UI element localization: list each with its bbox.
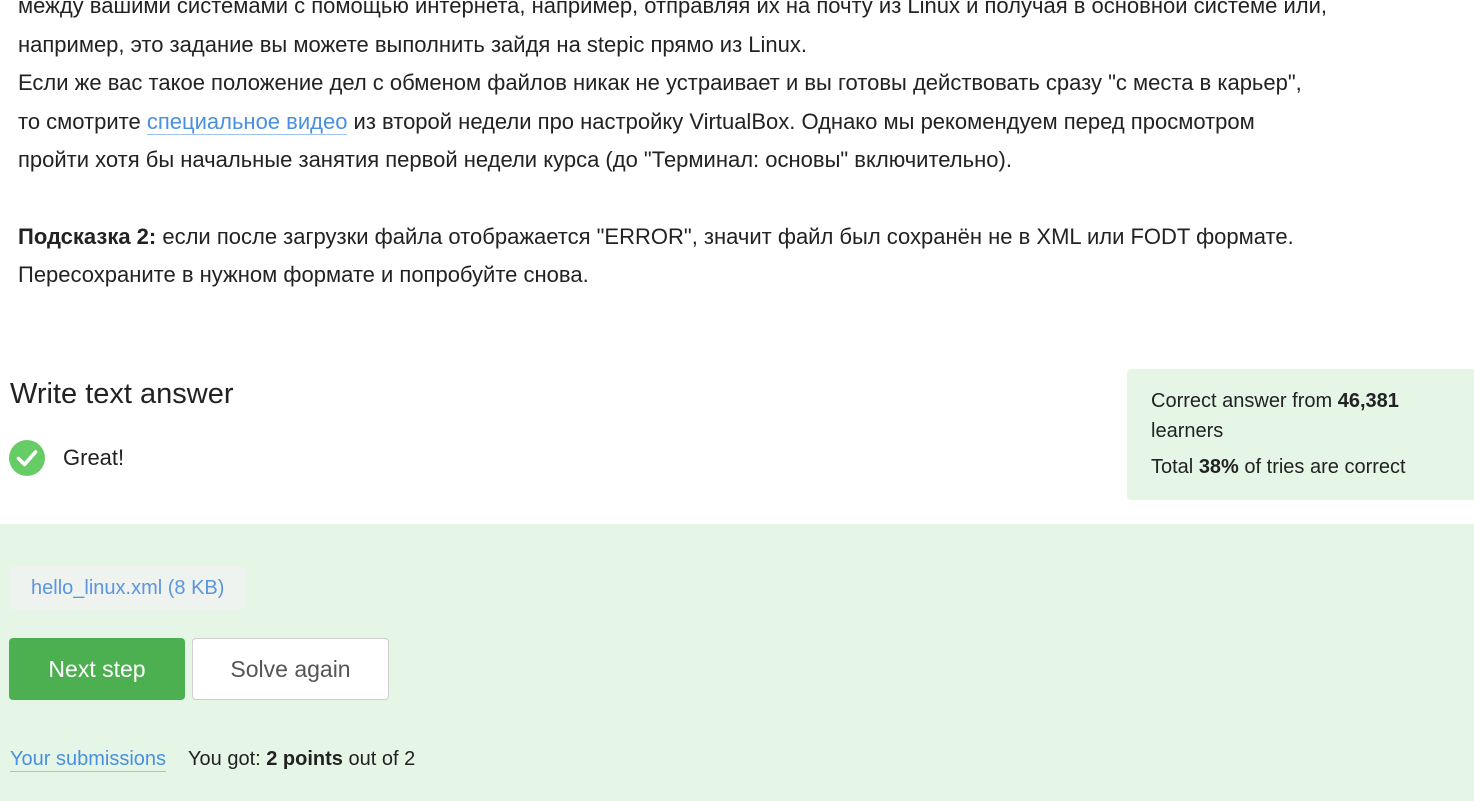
solve-again-button[interactable]: Solve again	[192, 638, 389, 700]
instruction-line: то смотрите специальное видео из второй …	[18, 103, 1468, 142]
learners-count: 46,381	[1337, 390, 1399, 412]
stats-text: learners	[1151, 420, 1224, 442]
instruction-text: то смотрите	[18, 108, 147, 134]
stats-text: of tries are correct	[1238, 456, 1406, 478]
instruction-line: например, это задание вы можете выполнит…	[18, 31, 807, 57]
instruction-text: из второй недели про настройку VirtualBo…	[347, 108, 1255, 134]
stats-total: Total 38% of tries are correct	[1151, 452, 1474, 482]
instruction-line: пройти хотя бы начальные занятия первой …	[18, 147, 1012, 172]
score-prefix: You got:	[188, 748, 267, 770]
submitted-file-link[interactable]: hello_linux.xml (8 KB)	[9, 566, 247, 610]
score-suffix: out of 2	[342, 748, 416, 770]
instruction-line: Если же вас такое положение дел с обмено…	[18, 70, 1302, 95]
correct-percent: 38%	[1198, 456, 1239, 478]
answer-result: Great!	[9, 440, 124, 476]
submission-feedback-panel: hello_linux.xml (8 KB) Next step Solve a…	[0, 524, 1474, 801]
instruction-line: между вашими системами с помощью интерне…	[18, 0, 1327, 18]
check-circle-icon	[9, 440, 45, 476]
hint-paragraph: Подсказка 2: если после загрузки файла о…	[18, 218, 1468, 257]
hint-label: Подсказка 2:	[18, 223, 157, 249]
step-instructions: между вашими системами с помощью интерне…	[18, 0, 1468, 295]
score-points: 2 points	[266, 748, 343, 770]
stats-text: Total	[1151, 456, 1199, 478]
step-page: между вашими системами с помощью интерне…	[0, 0, 1474, 801]
hint-text: если после загрузки файла отображается "…	[156, 223, 1294, 249]
hint-line: Пересохраните в нужном формате и попробу…	[18, 262, 589, 287]
your-submissions-link[interactable]: Your submissions	[10, 748, 167, 772]
stats-text: Correct answer from	[1151, 390, 1338, 412]
submission-footer: Your submissions You got: 2 points out o…	[10, 748, 415, 772]
stats-learners: Correct answer from 46,381 learners	[1151, 386, 1474, 446]
result-message: Great!	[63, 445, 125, 470]
next-step-button[interactable]: Next step	[9, 638, 185, 700]
answer-section-title: Write text answer	[10, 378, 234, 410]
stats-box: Correct answer from 46,381 learners Total…	[1127, 369, 1474, 500]
special-video-link[interactable]: специальное видео	[146, 108, 348, 135]
score-text: You got: 2 points out of 2	[188, 748, 415, 771]
